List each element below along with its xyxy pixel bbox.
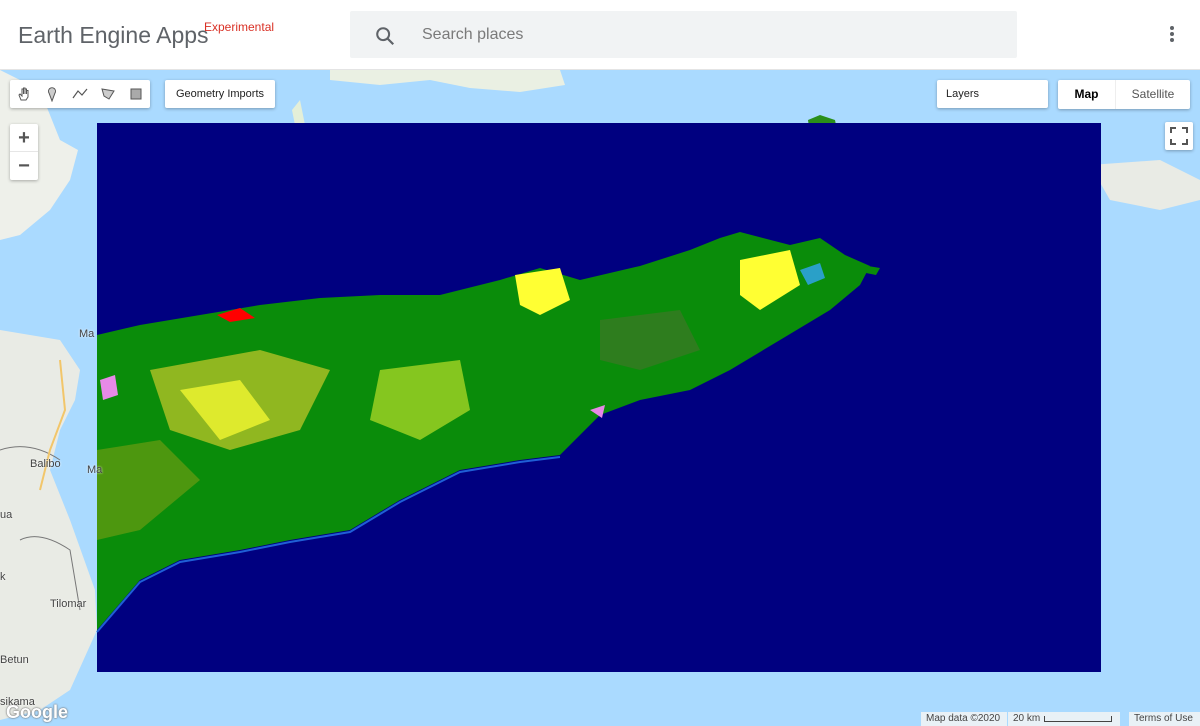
satellite-tab[interactable]: Satellite (1115, 80, 1190, 109)
zoom-control: + − (10, 124, 38, 180)
google-logo: Google (6, 702, 68, 722)
zoom-in-button[interactable]: + (10, 124, 38, 152)
polygon-icon[interactable] (94, 80, 122, 108)
search-box[interactable] (350, 11, 1017, 58)
drawing-tools (10, 80, 150, 108)
place-label: Ma (79, 328, 95, 340)
map-type-control: Map Satellite (1058, 80, 1190, 109)
fullscreen-icon (1170, 127, 1188, 145)
map-canvas[interactable]: Geometry Imports Layers Map Satellite + … (0, 70, 1200, 726)
place-label: k (0, 571, 6, 583)
scale-label: 20 km (1013, 713, 1041, 724)
place-label: Betun (0, 654, 29, 666)
scale-bar[interactable]: 20 km (1008, 712, 1120, 726)
place-label: Ma (87, 464, 103, 476)
terms-of-use-link[interactable]: Terms of Use (1129, 712, 1200, 726)
pan-hand-icon[interactable] (10, 80, 38, 108)
place-label: Tilomar (50, 598, 87, 610)
map-basemap (0, 70, 1200, 726)
more-menu-icon[interactable] (1162, 24, 1182, 46)
app-title: Earth Engine Apps (18, 22, 209, 48)
point-marker-icon[interactable] (38, 80, 66, 108)
fullscreen-button[interactable] (1165, 122, 1193, 150)
line-icon[interactable] (66, 80, 94, 108)
place-label: ua (0, 509, 13, 521)
map-data-attribution: Map data ©2020 (921, 712, 1007, 726)
scale-bar-line (1044, 716, 1112, 722)
search-icon (376, 27, 395, 46)
layers-button[interactable]: Layers (937, 80, 1048, 108)
map-tab[interactable]: Map (1058, 80, 1115, 109)
app-header: Earth Engine Apps Experimental (0, 0, 1200, 70)
rectangle-icon[interactable] (122, 80, 150, 108)
place-label: Balibo (30, 458, 61, 470)
experimental-badge: Experimental (204, 20, 275, 34)
geometry-imports-button[interactable]: Geometry Imports (165, 80, 275, 108)
zoom-out-button[interactable]: − (10, 152, 38, 180)
search-input[interactable] (422, 23, 982, 47)
